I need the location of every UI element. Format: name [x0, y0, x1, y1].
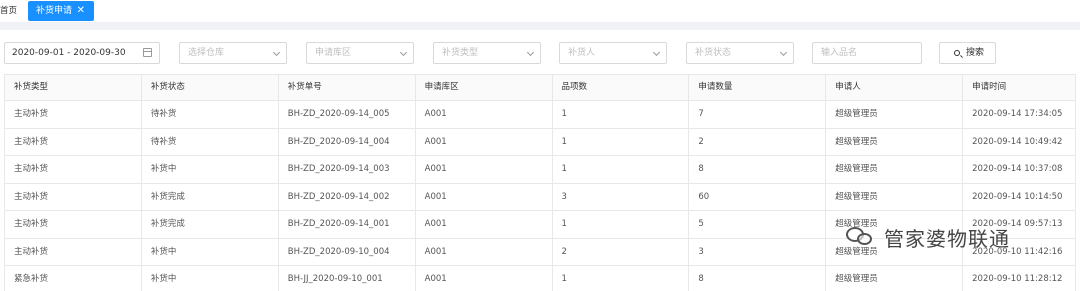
- cell-order-no: BH-ZD_2020-09-14_001: [279, 211, 416, 238]
- cell-type: 主动补货: [5, 156, 142, 183]
- cell-type: 主动补货: [5, 211, 142, 238]
- person-placeholder: 补货人: [568, 48, 596, 58]
- table-row[interactable]: 主动补货 待补货 BH-ZD_2020-09-14_005 A001 1 7 超…: [5, 101, 1077, 129]
- cell-area: A001: [416, 266, 553, 291]
- cell-quantity: 5: [689, 211, 827, 238]
- column-header[interactable]: 申请库区: [416, 75, 553, 100]
- cell-time: 2020-09-14 10:37:08: [963, 156, 1077, 183]
- cell-order-no: BH-ZD_2020-09-14_004: [279, 128, 416, 155]
- cell-quantity: 2: [689, 128, 827, 155]
- tab-label: 补货申请: [36, 6, 73, 16]
- cell-type: 主动补货: [5, 183, 142, 210]
- watermark-text: 管家婆物联通: [884, 226, 1010, 251]
- cell-item-count: 2: [553, 238, 690, 265]
- tab-home[interactable]: 首页: [0, 0, 23, 22]
- cell-time: 2020-09-10 11:28:12: [963, 266, 1077, 291]
- cell-quantity: 8: [689, 156, 827, 183]
- cell-item-count: 1: [553, 128, 690, 155]
- cell-order-no: BH-ZD_2020-09-14_005: [279, 101, 416, 128]
- chevron-down-icon: [526, 48, 535, 57]
- chevron-down-icon: [272, 48, 281, 57]
- cell-applicant: 超级管理员: [826, 183, 964, 210]
- type-placeholder: 补货类型: [442, 48, 479, 58]
- table-row[interactable]: 主动补货 补货完成 BH-ZD_2020-09-14_002 A001 3 60…: [5, 183, 1077, 211]
- tab-replenishment-request[interactable]: 补货申请 ✕: [28, 1, 94, 21]
- date-range-value: 2020-09-01 - 2020-09-30: [12, 48, 126, 58]
- cell-quantity: 60: [689, 183, 827, 210]
- column-header[interactable]: 申请时间: [963, 75, 1077, 100]
- cell-area: A001: [416, 183, 553, 210]
- replenisher-select[interactable]: 补货人: [559, 42, 667, 64]
- product-name-input[interactable]: 输入品名: [812, 42, 922, 64]
- search-button-label: 搜索: [966, 48, 985, 58]
- table-row[interactable]: 主动补货 补货中 BH-ZD_2020-09-14_003 A001 1 8 超…: [5, 156, 1077, 184]
- table-row[interactable]: 紧急补货 补货中 BH-JJ_2020-09-10_001 A001 1 8 超…: [5, 266, 1077, 291]
- chevron-down-icon: [779, 48, 788, 57]
- table-header-row: 补货类型 补货状态 补货单号 申请库区 品项数 申请数量 申请人 申请时间: [5, 75, 1077, 101]
- cell-quantity: 8: [689, 266, 827, 291]
- column-header[interactable]: 申请人: [826, 75, 964, 100]
- cell-type: 主动补货: [5, 128, 142, 155]
- cell-quantity: 3: [689, 238, 827, 265]
- replenish-type-select[interactable]: 补货类型: [433, 42, 541, 64]
- calendar-icon: [143, 48, 152, 57]
- cell-type: 主动补货: [5, 238, 142, 265]
- close-icon[interactable]: ✕: [77, 1, 85, 21]
- cell-area: A001: [416, 128, 553, 155]
- cell-type: 紧急补货: [5, 266, 142, 291]
- cell-applicant: 超级管理员: [826, 266, 964, 291]
- wechat-icon: [846, 225, 876, 249]
- cell-applicant: 超级管理员: [826, 156, 964, 183]
- column-header[interactable]: 补货状态: [142, 75, 279, 100]
- cell-status: 补货完成: [142, 183, 279, 210]
- warehouse-select[interactable]: 选择仓库: [179, 42, 287, 64]
- filter-bar: 2020-09-01 - 2020-09-30 选择仓库 申请库区 补货类型 补…: [0, 42, 1080, 64]
- cell-area: A001: [416, 211, 553, 238]
- cell-type: 主动补货: [5, 101, 142, 128]
- status-placeholder: 补货状态: [695, 48, 732, 58]
- tab-bar: 首页 补货申请 ✕: [0, 0, 1080, 22]
- cell-item-count: 1: [553, 156, 690, 183]
- cell-item-count: 1: [553, 211, 690, 238]
- cell-applicant: 超级管理员: [826, 128, 964, 155]
- search-icon: [954, 50, 960, 56]
- product-placeholder: 输入品名: [821, 48, 858, 58]
- status-select[interactable]: 补货状态: [686, 42, 794, 64]
- cell-item-count: 3: [553, 183, 690, 210]
- cell-order-no: BH-JJ_2020-09-10_001: [279, 266, 416, 291]
- date-range-picker[interactable]: 2020-09-01 - 2020-09-30: [4, 42, 160, 64]
- column-header[interactable]: 补货单号: [279, 75, 416, 100]
- cell-status: 补货中: [142, 238, 279, 265]
- warehouse-placeholder: 选择仓库: [188, 48, 225, 58]
- table-row[interactable]: 主动补货 待补货 BH-ZD_2020-09-14_004 A001 1 2 超…: [5, 128, 1077, 156]
- cell-quantity: 7: [689, 101, 827, 128]
- area-select[interactable]: 申请库区: [306, 42, 414, 64]
- cell-item-count: 1: [553, 266, 690, 291]
- cell-status: 补货中: [142, 156, 279, 183]
- cell-time: 2020-09-14 10:14:50: [963, 183, 1077, 210]
- replenishment-table: 补货类型 补货状态 补货单号 申请库区 品项数 申请数量 申请人 申请时间 主动…: [4, 74, 1077, 291]
- cell-item-count: 1: [553, 101, 690, 128]
- cell-time: 2020-09-14 10:49:42: [963, 128, 1077, 155]
- chevron-down-icon: [399, 48, 408, 57]
- column-header[interactable]: 申请数量: [689, 75, 827, 100]
- column-header[interactable]: 品项数: [553, 75, 690, 100]
- cell-order-no: BH-ZD_2020-09-10_004: [279, 238, 416, 265]
- cell-area: A001: [416, 156, 553, 183]
- cell-status: 待补货: [142, 101, 279, 128]
- column-header[interactable]: 补货类型: [5, 75, 142, 100]
- watermark: 管家婆物联通: [846, 222, 1010, 252]
- cell-area: A001: [416, 101, 553, 128]
- cell-time: 2020-09-14 17:34:05: [963, 101, 1077, 128]
- area-placeholder: 申请库区: [315, 48, 352, 58]
- cell-status: 待补货: [142, 128, 279, 155]
- cell-area: A001: [416, 238, 553, 265]
- chevron-down-icon: [652, 48, 661, 57]
- cell-applicant: 超级管理员: [826, 101, 964, 128]
- cell-status: 补货完成: [142, 211, 279, 238]
- search-button[interactable]: 搜索: [939, 42, 996, 64]
- cell-order-no: BH-ZD_2020-09-14_002: [279, 183, 416, 210]
- cell-order-no: BH-ZD_2020-09-14_003: [279, 156, 416, 183]
- cell-status: 补货中: [142, 266, 279, 291]
